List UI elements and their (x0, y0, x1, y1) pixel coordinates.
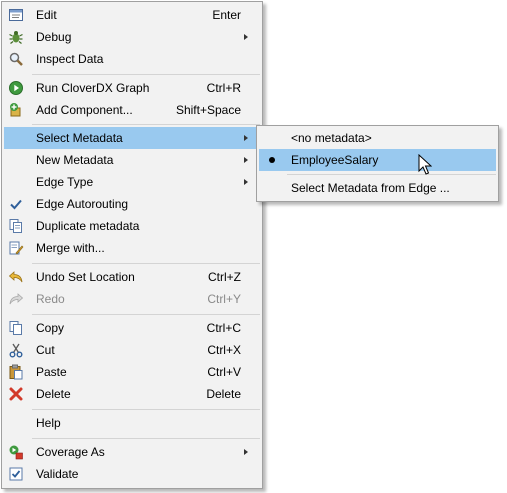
run-icon (4, 77, 28, 99)
menu-item-label: Paste (36, 365, 67, 379)
menu-separator (32, 438, 260, 439)
menu-item-cut[interactable]: Cut Ctrl+X (4, 339, 260, 361)
menu-item-label: Redo (36, 292, 65, 306)
menu-item-label: Edge Autorouting (36, 197, 129, 211)
menu-separator (32, 263, 260, 264)
submenu-item-employee-salary[interactable]: EmployeeSalary (259, 149, 496, 171)
submenu-arrow-icon (244, 157, 248, 163)
menu-item-shortcut: Ctrl+Y (207, 292, 241, 306)
menu-item-label: Coverage As (36, 445, 105, 459)
menu-item-redo[interactable]: Redo Ctrl+Y (4, 288, 260, 310)
menu-item-add-component[interactable]: Add Component... Shift+Space (4, 99, 260, 121)
menu-item-label: Duplicate metadata (36, 219, 140, 233)
menu-item-label: Cut (36, 343, 55, 357)
menu-item-shortcut: Ctrl+Z (208, 270, 241, 284)
submenu-item-select-from-edge[interactable]: Select Metadata from Edge ... (259, 177, 496, 199)
menu-item-label: Edge Type (36, 175, 94, 189)
menu-item-edge-autorouting[interactable]: Edge Autorouting (4, 193, 260, 215)
menu-item-shortcut: Delete (206, 387, 241, 401)
menu-item-shortcut: Ctrl+C (206, 321, 241, 335)
menu-item-edge-type[interactable]: Edge Type (4, 171, 260, 193)
checkbox-checked-icon (4, 463, 28, 485)
edit-icon (4, 4, 28, 26)
menu-item-inspect-data[interactable]: Inspect Data (4, 48, 260, 70)
redo-icon (4, 288, 28, 310)
menu-item-select-metadata[interactable]: Select Metadata (4, 127, 260, 149)
menu-item-label: Inspect Data (36, 52, 104, 66)
menu-item-shortcut: Ctrl+V (207, 365, 241, 379)
radio-bullet-icon (269, 157, 275, 163)
menu-item-copy[interactable]: Copy Ctrl+C (4, 317, 260, 339)
select-metadata-submenu: <no metadata> EmployeeSalary Select Meta… (256, 125, 499, 202)
undo-icon (4, 266, 28, 288)
magnifier-icon (4, 48, 28, 70)
menu-separator (32, 314, 260, 315)
menu-item-shortcut: Ctrl+R (206, 81, 241, 95)
menu-separator (32, 409, 260, 410)
menu-item-merge-with[interactable]: Merge with... (4, 237, 260, 259)
menu-separator (32, 124, 260, 125)
menu-item-duplicate-metadata[interactable]: Duplicate metadata (4, 215, 260, 237)
menu-item-run-graph[interactable]: Run CloverDX Graph Ctrl+R (4, 77, 260, 99)
coverage-icon (4, 441, 28, 463)
menu-item-label: <no metadata> (291, 131, 372, 145)
checkmark-icon (4, 193, 28, 215)
context-menu: Edit Enter Debug Inspect Data Run Clover… (1, 1, 263, 489)
menu-separator (287, 174, 496, 175)
menu-item-delete[interactable]: Delete Delete (4, 383, 260, 405)
paste-icon (4, 361, 28, 383)
menu-item-label: Select Metadata from Edge ... (291, 181, 450, 195)
delete-x-icon (4, 383, 28, 405)
menu-item-label: New Metadata (36, 153, 114, 167)
menu-item-label: Run CloverDX Graph (36, 81, 150, 95)
menu-item-label: Validate (36, 467, 79, 481)
menu-separator (32, 74, 260, 75)
menu-item-label: EmployeeSalary (291, 153, 379, 167)
menu-item-coverage-as[interactable]: Coverage As (4, 441, 260, 463)
duplicate-icon (4, 215, 28, 237)
menu-item-new-metadata[interactable]: New Metadata (4, 149, 260, 171)
submenu-arrow-icon (244, 34, 248, 40)
menu-item-shortcut: Enter (212, 8, 241, 22)
menu-item-label: Edit (36, 8, 57, 22)
menu-item-label: Undo Set Location (36, 270, 135, 284)
submenu-arrow-icon (244, 179, 248, 185)
submenu-arrow-icon (244, 449, 248, 455)
menu-item-label: Select Metadata (36, 131, 123, 145)
menu-item-edit[interactable]: Edit Enter (4, 4, 260, 26)
menu-item-debug[interactable]: Debug (4, 26, 260, 48)
menu-item-label: Copy (36, 321, 65, 335)
debug-bug-icon (4, 26, 28, 48)
menu-item-label: Delete (36, 387, 71, 401)
menu-item-undo[interactable]: Undo Set Location Ctrl+Z (4, 266, 260, 288)
submenu-item-no-metadata[interactable]: <no metadata> (259, 127, 496, 149)
scissors-icon (4, 339, 28, 361)
menu-item-label: Add Component... (36, 103, 133, 117)
menu-item-validate[interactable]: Validate (4, 463, 260, 485)
add-component-icon (4, 99, 28, 121)
menu-item-label: Debug (36, 30, 72, 44)
merge-icon (4, 237, 28, 259)
menu-item-shortcut: Ctrl+X (207, 343, 241, 357)
copy-icon (4, 317, 28, 339)
submenu-arrow-icon (244, 135, 248, 141)
menu-item-label: Merge with... (36, 241, 105, 255)
mouse-cursor-icon (418, 153, 433, 179)
menu-item-label: Help (36, 416, 61, 430)
menu-item-paste[interactable]: Paste Ctrl+V (4, 361, 260, 383)
menu-item-help[interactable]: Help (4, 412, 260, 434)
menu-item-shortcut: Shift+Space (175, 103, 241, 117)
